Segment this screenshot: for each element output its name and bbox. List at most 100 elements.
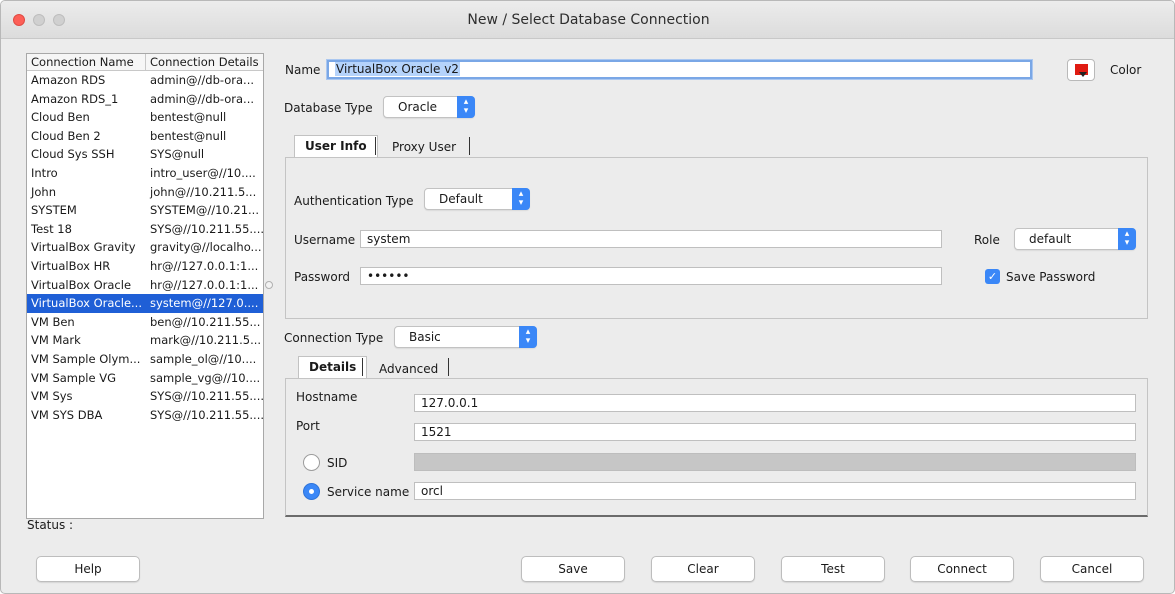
connection-details-cell: sample_ol@//10.... [150, 351, 257, 366]
connection-details-cell: gravity@//localho... [150, 240, 262, 255]
authentication-type-value: Default [439, 192, 483, 206]
database-type-label: Database Type [284, 101, 373, 115]
connection-details-cell: admin@//db-ora... [150, 73, 255, 87]
window-title: New / Select Database Connection [467, 12, 710, 28]
connection-name-cell: SYSTEM [31, 203, 77, 218]
tab-details[interactable]: Details [298, 356, 368, 378]
connections-table-body: Amazon RDS admin@//db-ora... Amazon RDS_1 a… [27, 71, 263, 424]
table-row[interactable]: VM Mark mark@//10.211.5... [27, 331, 263, 350]
table-row[interactable]: Cloud Sys SSH SYS@null [27, 145, 263, 164]
table-row[interactable]: Intro intro_user@//10.... [27, 164, 263, 183]
table-row[interactable]: SYSTEM SYSTEM@//10.21... [27, 201, 263, 220]
username-label: Username [294, 233, 356, 247]
cancel-button[interactable]: Cancel [1040, 556, 1144, 582]
dropdown-triangle-icon [1079, 72, 1087, 77]
updown-arrows-icon: ▴ ▾ [512, 188, 530, 210]
connection-name-cell: VM Mark [31, 333, 81, 348]
table-row[interactable]: VM Ben ben@//10.211.55... [27, 313, 263, 332]
connection-name-cell: Test 18 [31, 221, 72, 236]
service-name-radio[interactable] [303, 483, 320, 500]
clear-button[interactable]: Clear [651, 556, 755, 582]
connection-details-cell: admin@//db-ora... [150, 91, 255, 106]
connection-details-cell: hr@//127.0.0.1:1... [150, 277, 259, 292]
column-header-name[interactable]: Connection Name [27, 54, 146, 70]
hostname-label: Hostname [296, 390, 358, 404]
service-name-field[interactable]: orcl [414, 482, 1136, 500]
connection-details-cell: intro_user@//10.... [150, 165, 256, 180]
connection-type-select[interactable]: Basic ▴ ▾ [394, 326, 537, 348]
name-label: Name [285, 63, 321, 77]
help-button[interactable]: Help [36, 556, 140, 582]
connection-name-cell: Cloud Sys SSH [31, 147, 115, 162]
authentication-type-select[interactable]: Default ▴ ▾ [424, 188, 530, 210]
connection-type-value: Basic [409, 330, 441, 344]
tab-proxy-user[interactable]: Proxy User [382, 137, 466, 157]
updown-arrows-icon: ▴ ▾ [457, 96, 475, 118]
color-picker-button[interactable] [1067, 59, 1095, 81]
tab-separator [362, 358, 363, 376]
table-row[interactable]: VirtualBox Gravity gravity@//localho... [27, 238, 263, 257]
table-row[interactable]: VirtualBox Oracle... system@//127.0.... [27, 294, 263, 313]
connection-name-cell: VM Sample Olym... [31, 351, 141, 366]
save-password-checkbox[interactable]: ✓ [985, 269, 1000, 284]
sid-radio[interactable] [303, 454, 320, 471]
connection-details-cell: hr@//127.0.0.1:1... [150, 258, 259, 273]
connection-details-cell: SYS@//10.211.55.... [150, 389, 263, 404]
connect-button[interactable]: Connect [910, 556, 1014, 582]
save-button[interactable]: Save [521, 556, 625, 582]
table-row[interactable]: Amazon RDS_1 admin@//db-ora... [27, 90, 263, 109]
password-field[interactable]: •••••• [360, 267, 942, 285]
table-row[interactable]: Test 18 SYS@//10.211.55.... [27, 220, 263, 239]
table-row[interactable]: Cloud Ben bentest@null [27, 108, 263, 127]
tab-user-info[interactable]: User Info [294, 135, 378, 157]
authentication-type-label: Authentication Type [294, 194, 414, 208]
name-field-value: VirtualBox Oracle v2 [335, 62, 460, 76]
sid-field [414, 453, 1136, 471]
sid-label: SID [327, 456, 348, 470]
connection-details-cell: system@//127.0.... [150, 296, 259, 311]
connection-name-cell: VirtualBox Oracle [31, 277, 132, 292]
connection-details-cell: SYSTEM@//10.21... [150, 203, 259, 218]
connections-table: Connection Name Connection Details Amazo… [26, 53, 264, 519]
table-row[interactable]: VirtualBox HR hr@//127.0.0.1:1... [27, 257, 263, 276]
splitter-handle[interactable] [265, 281, 273, 289]
connection-details-cell: SYS@null [150, 147, 205, 162]
table-row[interactable]: VirtualBox Oracle hr@//127.0.0.1:1... [27, 276, 263, 295]
connection-name-cell: Cloud Ben [31, 110, 90, 125]
role-label: Role [974, 233, 1000, 247]
connection-name-cell: VM Sys [31, 389, 73, 404]
connection-name-cell: Cloud Ben 2 [31, 128, 101, 143]
table-row[interactable]: VM SYS DBA SYS@//10.211.55.... [27, 406, 263, 425]
connection-name-cell: Intro [31, 165, 58, 180]
connection-name-cell: John [31, 184, 57, 199]
database-type-select[interactable]: Oracle ▴ ▾ [383, 96, 475, 118]
connection-name-cell: VM SYS DBA [31, 407, 103, 422]
connection-name-cell: VM Sample VG [31, 370, 116, 385]
tab-separator [469, 137, 470, 155]
table-row[interactable]: VM Sample Olym... sample_ol@//10.... [27, 350, 263, 369]
connection-name-cell: VM Ben [31, 314, 75, 329]
service-name-label: Service name [327, 485, 410, 499]
table-row[interactable]: John john@//10.211.5... [27, 183, 263, 202]
table-row[interactable]: Cloud Ben 2 bentest@null [27, 127, 263, 146]
connection-name-cell: VirtualBox Oracle... [31, 296, 142, 311]
name-field[interactable]: VirtualBox Oracle v2 [327, 60, 1032, 79]
title-bar: New / Select Database Connection [1, 1, 1174, 39]
updown-arrows-icon: ▴ ▾ [519, 326, 537, 348]
tab-advanced[interactable]: Advanced [369, 359, 448, 379]
table-row[interactable]: VM Sample VG sample_vg@//10.... [27, 369, 263, 388]
hostname-field[interactable]: 127.0.0.1 [414, 394, 1136, 412]
column-header-details[interactable]: Connection Details [146, 54, 263, 70]
role-select[interactable]: default ▴ ▾ [1014, 228, 1136, 250]
username-field[interactable]: system [360, 230, 942, 248]
tab-separator [375, 137, 376, 155]
table-row[interactable]: Amazon RDS admin@//db-ora... [27, 71, 263, 90]
test-button[interactable]: Test [781, 556, 885, 582]
table-row[interactable]: VM Sys SYS@//10.211.55.... [27, 387, 263, 406]
port-label: Port [296, 419, 320, 433]
connection-name-cell: Amazon RDS [31, 73, 106, 87]
connection-name-cell: Amazon RDS_1 [31, 91, 119, 106]
tab-separator [448, 358, 449, 376]
connection-details-cell: SYS@//10.211.55.... [150, 221, 263, 236]
port-field[interactable]: 1521 [414, 423, 1136, 441]
